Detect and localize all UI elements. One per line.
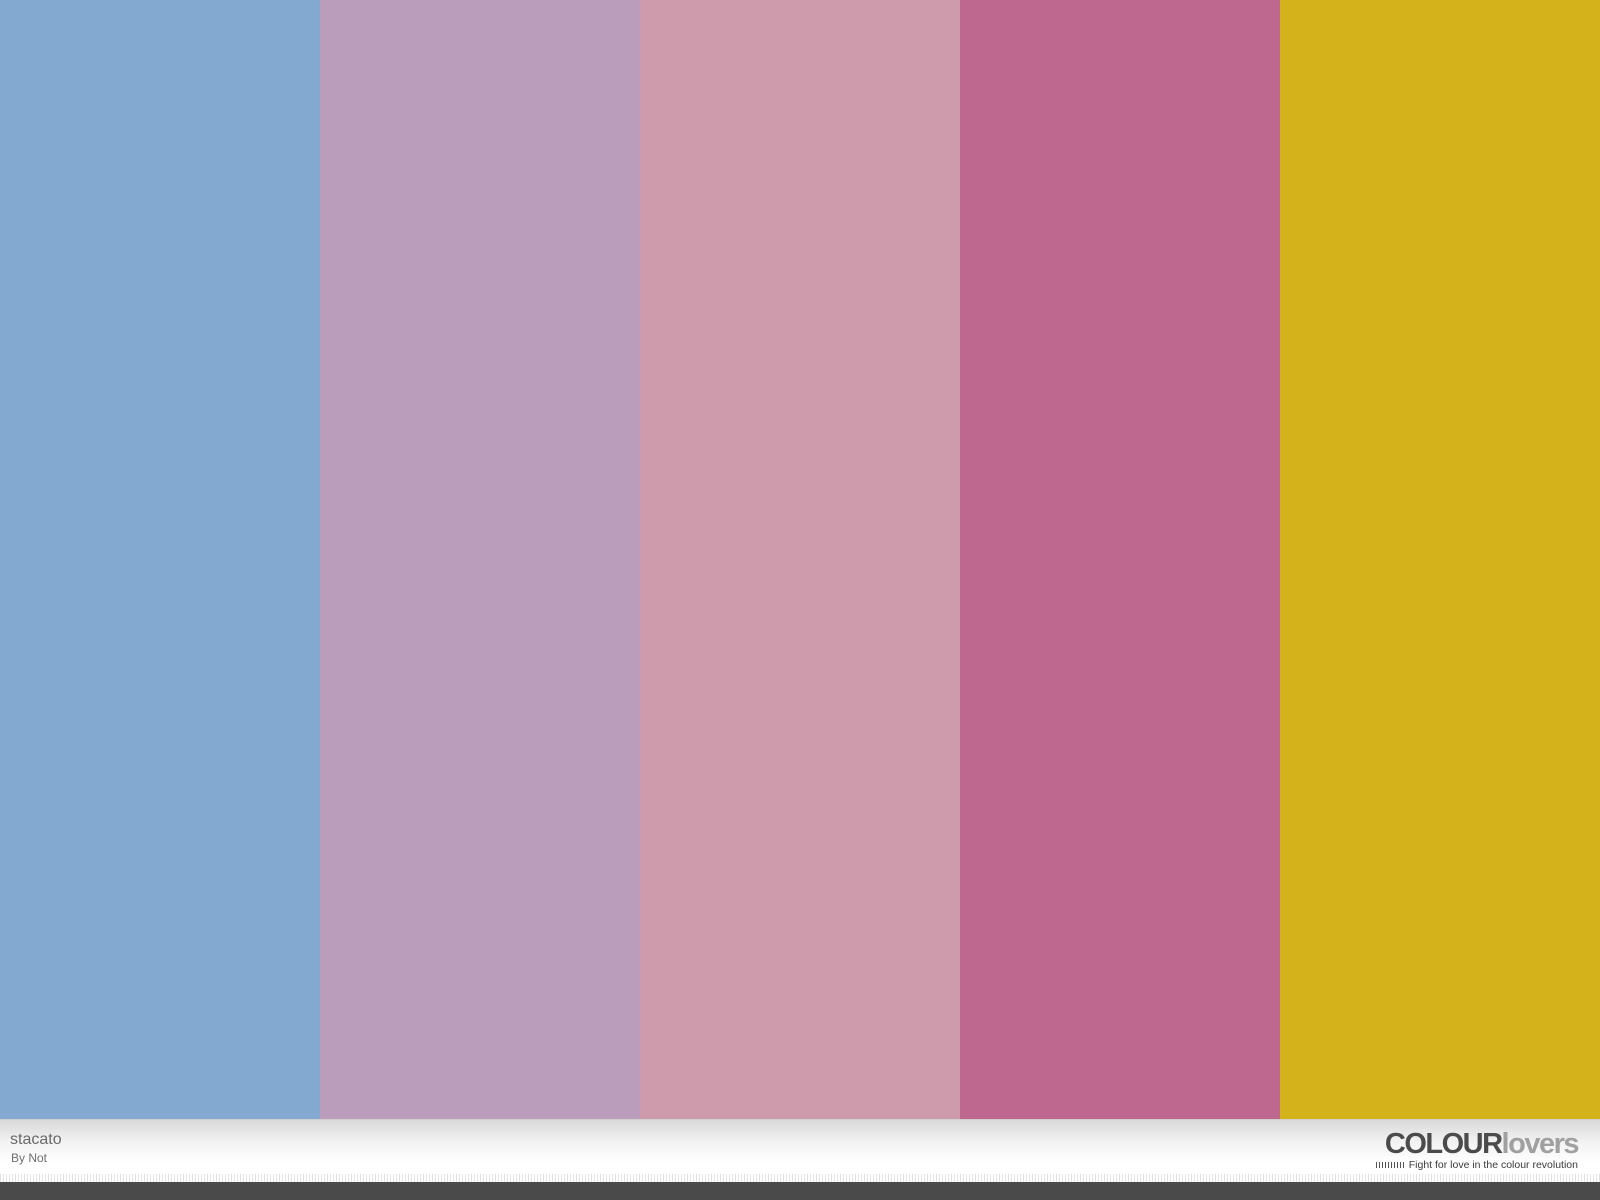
swatch-4 <box>960 0 1280 1119</box>
dotted-line-icon <box>1375 1161 1406 1168</box>
colourlovers-logo[interactable]: COLOURlovers Fight for love in the colou… <box>1375 1128 1580 1171</box>
swatch-1 <box>0 0 320 1119</box>
swatch-5 <box>1280 0 1600 1119</box>
logo-light-text: lovers <box>1501 1128 1580 1160</box>
palette-author: By Not <box>11 1151 48 1165</box>
swatch-strip <box>0 0 1600 1119</box>
tagline-row: Fight for love in the colour revolution <box>1375 1159 1578 1171</box>
palette-page: stacato By Not COLOURlovers Fight for lo… <box>0 0 1600 1200</box>
logo-tagline: Fight for love in the colour revolution <box>1408 1159 1578 1171</box>
swatch-3 <box>640 0 960 1119</box>
logo-strong-text: COLOUR <box>1384 1128 1503 1160</box>
palette-title: stacato <box>10 1131 62 1148</box>
swatch-2 <box>320 0 640 1119</box>
logo-wordmark: COLOURlovers <box>1376 1128 1580 1160</box>
bottom-dark-bar <box>0 1182 1600 1200</box>
footer-bar <box>0 1119 1600 1182</box>
